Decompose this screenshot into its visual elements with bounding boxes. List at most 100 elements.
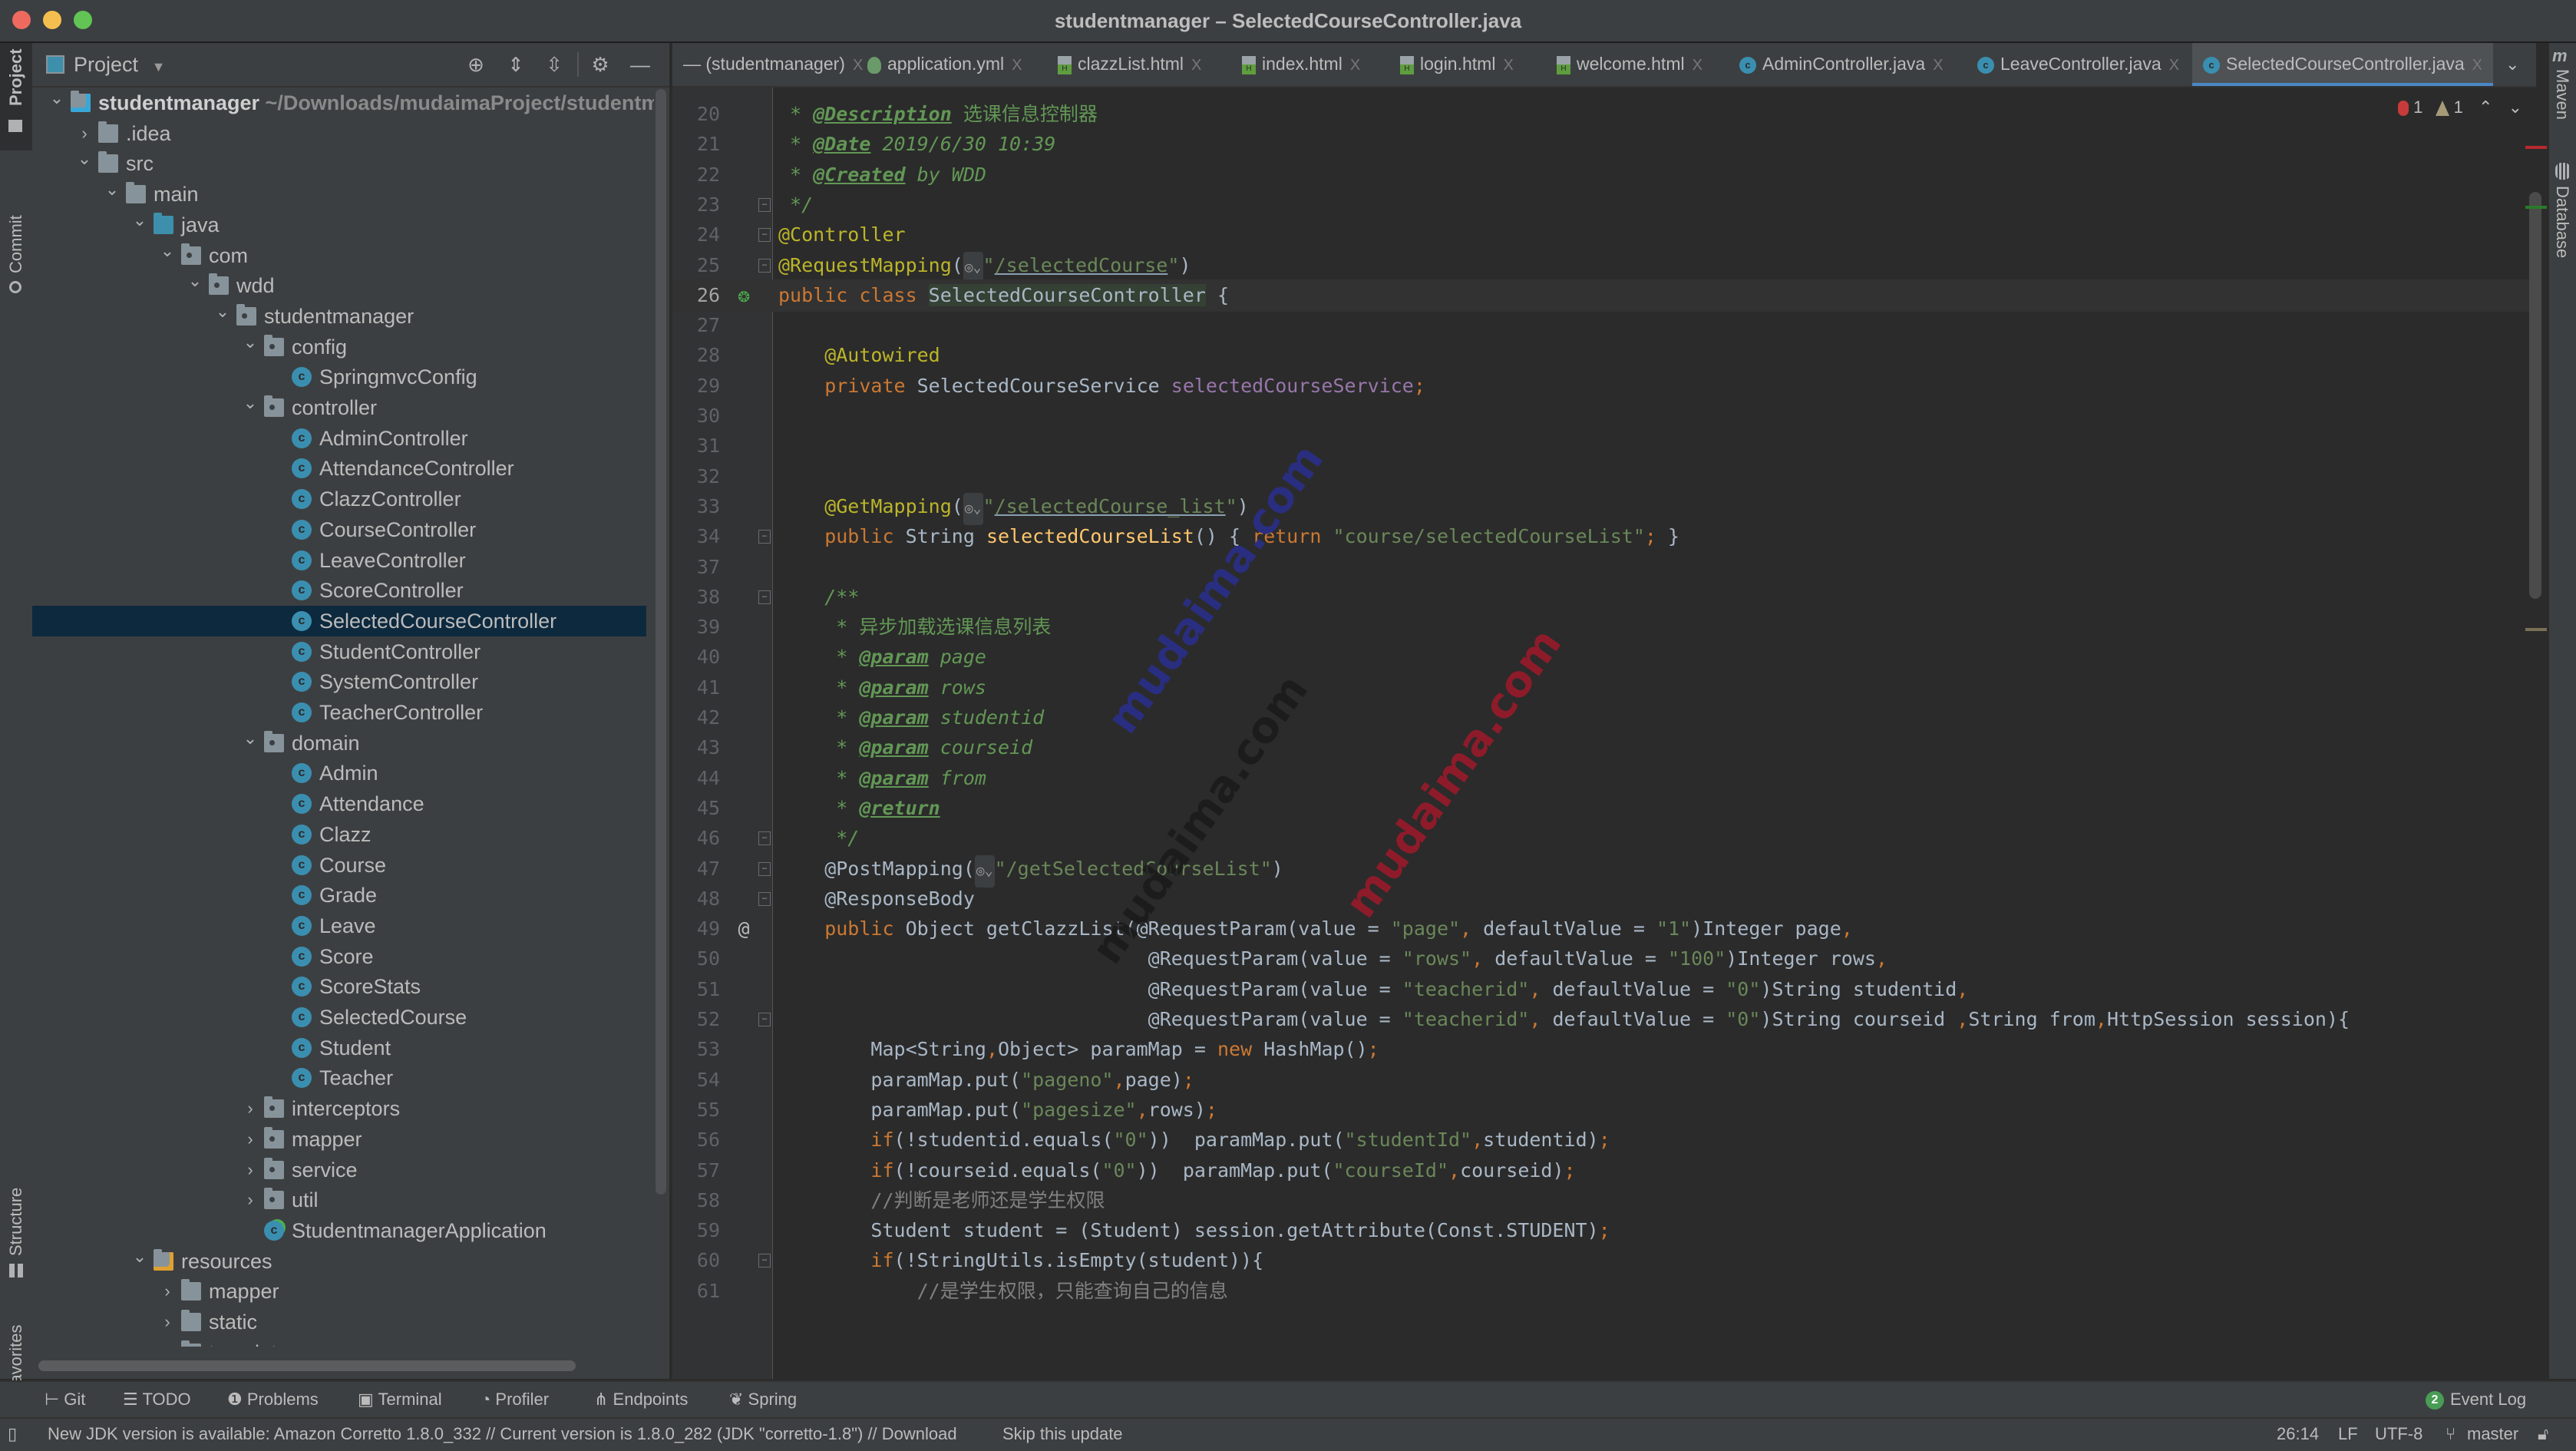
line-number[interactable]: 33 <box>672 491 720 523</box>
code-line[interactable]: 51 @RequestParam(value = "teacherid", de… <box>672 973 2536 1006</box>
tree-item[interactable]: c Teacher <box>32 1063 646 1093</box>
tree-item[interactable]: c Admin <box>32 758 646 788</box>
editor-scrollbar[interactable] <box>2529 192 2541 599</box>
line-number[interactable]: 46 <box>672 822 720 854</box>
close-tab-icon[interactable]: X <box>1012 57 1022 74</box>
line-number[interactable]: 55 <box>672 1094 720 1126</box>
line-number[interactable]: 48 <box>672 883 720 915</box>
close-tab-icon[interactable]: X <box>1933 57 1943 74</box>
code-line[interactable]: 57 if(!courseid.equals("0")) paramMap.pu… <box>672 1155 2536 1187</box>
tree-horizontal-scrollbar[interactable] <box>38 1360 576 1371</box>
line-number[interactable]: 41 <box>672 672 720 704</box>
fold-marker-icon[interactable]: − <box>758 197 771 212</box>
fold-marker-icon[interactable]: − <box>758 258 771 273</box>
code-line[interactable]: 49 @ public Object getClazzList(@RequestP… <box>672 913 2536 945</box>
line-number[interactable]: 61 <box>672 1275 720 1307</box>
tool-git-button[interactable]: ⊢ Git <box>45 1382 85 1417</box>
editor-tab[interactable]: c SelectedCourseController.java X <box>2192 43 2494 86</box>
line-number[interactable]: 26 <box>672 279 720 312</box>
chevron-down-icon[interactable]: ⌄ <box>241 327 259 358</box>
chevron-right-icon[interactable]: › <box>241 1124 259 1155</box>
line-number[interactable]: 45 <box>672 792 720 825</box>
tab-list-chevron-icon[interactable]: ⌄ <box>2505 43 2519 86</box>
line-number[interactable]: 24 <box>672 219 720 251</box>
code-line[interactable]: 59 Student student = (Student) session.g… <box>672 1215 2536 1247</box>
spring-bean-icon[interactable]: ❂ <box>732 279 755 312</box>
code-line[interactable]: 43 * @param courseid <box>672 732 2536 764</box>
project-view-selector[interactable]: Project ▼ <box>74 43 165 86</box>
code-line[interactable]: 58 //判断是老师还是学生权限 <box>672 1185 2536 1217</box>
code-area[interactable]: 20 * @Description 选课信息控制器 21 * @Date 2019… <box>672 88 2536 1379</box>
tree-item[interactable]: c ScoreController <box>32 575 646 606</box>
close-tab-icon[interactable]: X <box>1350 57 1360 74</box>
code-line[interactable]: 30 <box>672 400 2536 432</box>
tool-endpoints-button[interactable]: ⋔ Endpoints <box>594 1382 688 1417</box>
editor-tab[interactable]: application.yml X <box>857 43 1032 86</box>
tree-item[interactable]: c Score <box>32 941 646 972</box>
code-line[interactable]: 24 − @Controller <box>672 219 2536 251</box>
tree-item[interactable]: ⌄ com <box>32 240 646 271</box>
chevron-right-icon[interactable]: › <box>241 1185 259 1215</box>
tree-item[interactable]: ⌄ main <box>32 179 646 210</box>
code-line[interactable]: 56 if(!studentid.equals("0")) paramMap.p… <box>672 1124 2536 1156</box>
tree-item[interactable]: c Attendance <box>32 788 646 819</box>
code-line[interactable]: 34− public String selectedCourseList() {… <box>672 521 2536 553</box>
tool-terminal-button[interactable]: ▣ Terminal <box>358 1382 442 1417</box>
editor-tab[interactable]: c LeaveController.java X <box>1967 43 2190 86</box>
editor-tab[interactable]: HclazzList.html X <box>1047 43 1212 86</box>
tree-item[interactable]: › interceptors <box>32 1093 646 1124</box>
tree-item[interactable]: c CourseController <box>32 514 646 545</box>
code-line[interactable]: 37 <box>672 551 2536 583</box>
tree-item[interactable]: c ClazzController <box>32 484 646 514</box>
event-log-button[interactable]: 2 Event Log <box>2426 1382 2526 1417</box>
tree-item[interactable]: ⌄ controller <box>32 392 646 423</box>
code-line[interactable]: 45 * @return <box>672 792 2536 825</box>
line-number[interactable]: 43 <box>672 732 720 764</box>
tool-profiler-button[interactable]: ◔ Profiler <box>481 1382 549 1417</box>
chevron-right-icon[interactable]: › <box>158 1276 177 1307</box>
gear-icon[interactable]: ⚙ <box>588 52 613 77</box>
line-number[interactable]: 25 <box>672 250 720 282</box>
fold-marker-icon[interactable]: − <box>758 1013 771 1026</box>
tree-item[interactable]: c SpringmvcConfig <box>32 362 646 392</box>
skip-update-link[interactable]: Skip this update <box>1002 1419 1123 1449</box>
code-line[interactable]: 50 @RequestParam(value = "rows", default… <box>672 943 2536 975</box>
code-line[interactable]: 38 − /** <box>672 581 2536 613</box>
chevron-down-icon[interactable]: ⌄ <box>241 388 259 418</box>
line-number[interactable]: 59 <box>672 1215 720 1247</box>
tool-problems-button[interactable]: ❶ Problems <box>227 1382 319 1417</box>
chevron-down-icon[interactable]: ⌄ <box>130 1241 149 1272</box>
chevron-down-icon[interactable]: ⌄ <box>75 144 94 174</box>
close-tab-icon[interactable]: X <box>2169 57 2179 74</box>
fold-marker-icon[interactable]: − <box>758 530 771 544</box>
close-tab-icon[interactable]: X <box>2472 57 2482 74</box>
code-line[interactable]: 44 * @param from <box>672 762 2536 795</box>
tree-item[interactable]: c LeaveController <box>32 545 646 576</box>
editor-tab[interactable]: — (studentmanager) X <box>672 43 874 86</box>
fold-marker-icon[interactable]: − <box>758 1254 771 1268</box>
tree-vertical-scrollbar[interactable] <box>656 89 666 1195</box>
tree-item[interactable]: c Clazz <box>32 819 646 850</box>
tree-item[interactable]: › mapper <box>32 1276 646 1307</box>
editor-tab[interactable]: Hindex.html X <box>1231 43 1371 86</box>
tree-item[interactable]: c Student <box>32 1033 646 1063</box>
fold-marker-icon[interactable]: − <box>758 891 771 906</box>
tree-item[interactable]: ⌄ wdd <box>32 270 646 301</box>
tree-item[interactable]: c ScoreStats <box>32 971 646 1002</box>
line-number[interactable]: 23 <box>672 189 720 221</box>
tree-item[interactable]: ⌄templates <box>32 1337 646 1347</box>
code-line[interactable]: 32 <box>672 461 2536 493</box>
line-number[interactable]: 51 <box>672 973 720 1006</box>
inspection-widget[interactable]: 1 1 ⌃ ⌄ <box>2398 92 2522 123</box>
warning-stripe-mark[interactable] <box>2525 628 2547 631</box>
code-line[interactable]: 60 − if(!StringUtils.isEmpty(student)){ <box>672 1244 2536 1277</box>
tree-item[interactable]: ⌄ src <box>32 148 646 179</box>
tree-item[interactable]: › static <box>32 1307 646 1337</box>
line-number[interactable]: 53 <box>672 1033 720 1066</box>
tool-database-button[interactable]: Database <box>2549 158 2576 289</box>
code-line[interactable]: 22 * @Created by WDD <box>672 159 2536 191</box>
fold-marker-icon[interactable]: − <box>758 228 771 243</box>
error-stripe-mark[interactable] <box>2525 146 2547 149</box>
chevron-down-icon[interactable]: ⌄ <box>213 296 232 327</box>
line-number[interactable]: 31 <box>672 430 720 462</box>
